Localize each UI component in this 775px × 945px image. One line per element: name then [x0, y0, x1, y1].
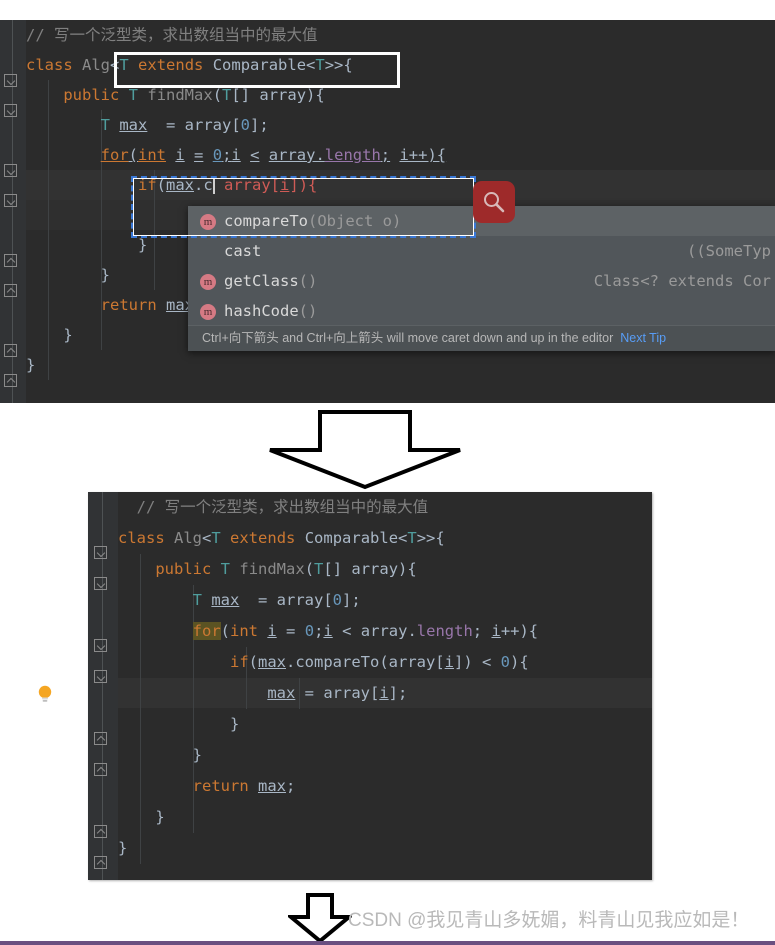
code-line-text: // 写一个泛型类，求出数组当中的最大值: [136, 498, 429, 516]
code-line: }: [100, 266, 110, 284]
code-line: if(max.compareTo(array[i]) < 0){: [229, 653, 529, 671]
hint-text: Ctrl+向下箭头 and Ctrl+向上箭头 will move caret …: [202, 331, 614, 345]
code-line: for(int i = 0;i < array.length; i++){: [100, 146, 447, 164]
code-line: }: [118, 839, 128, 857]
code-line: public T findMax(T[] array){: [63, 86, 325, 104]
completion-item-name: cast: [224, 242, 262, 260]
completion-item-signature: (Object o): [308, 212, 402, 230]
fold-marker-expand[interactable]: [4, 344, 17, 357]
completion-item-hashCode[interactable]: m hashCode(): [188, 296, 775, 326]
method-icon: m: [200, 213, 216, 230]
down-arrow-large: [269, 410, 461, 490]
bottom-code-editor[interactable]: // 写一个泛型类，求出数组当中的最大值 class Alg<T extends…: [88, 492, 652, 880]
fold-marker-expand[interactable]: [4, 284, 17, 297]
completion-item-signature: (): [298, 302, 318, 320]
fold-marker-collapse[interactable]: [4, 194, 17, 207]
completion-item-cast[interactable]: mcast ((SomeTyp: [188, 236, 775, 266]
editor-gutter-top[interactable]: [0, 20, 26, 403]
fold-marker-expand[interactable]: [94, 732, 107, 745]
bottom-rule: [0, 941, 775, 945]
code-line: }: [229, 715, 240, 733]
code-line: class Alg<T extends Comparable<T>>{: [118, 529, 445, 547]
fold-marker-collapse[interactable]: [94, 670, 107, 683]
fold-marker-collapse[interactable]: [4, 104, 17, 117]
fold-marker-collapse[interactable]: [94, 577, 107, 590]
method-icon: m: [200, 273, 216, 290]
code-line: return max;: [100, 296, 204, 314]
lightbulb-icon[interactable]: [36, 684, 54, 704]
text-caret: [212, 176, 225, 194]
code-line: T max = array[0];: [192, 591, 361, 609]
code-line: return max;: [192, 777, 296, 795]
code-line-text: // 写一个泛型类，求出数组当中的最大值: [26, 26, 318, 44]
search-button[interactable]: [473, 181, 515, 223]
bottom-editor-code[interactable]: // 写一个泛型类，求出数组当中的最大值 class Alg<T extends…: [118, 492, 652, 880]
fold-marker-collapse[interactable]: [94, 546, 107, 559]
code-line: }: [192, 746, 202, 764]
code-line: T max = array[0];: [100, 116, 269, 134]
for-keyword-highlight: for: [192, 622, 221, 640]
completion-hint-bar: Ctrl+向下箭头 and Ctrl+向上箭头 will move caret …: [188, 325, 775, 351]
code-line: // 写一个泛型类，求出数组当中的最大值: [118, 492, 429, 523]
fold-marker-expand[interactable]: [94, 763, 107, 776]
code-line: }: [155, 808, 165, 826]
code-line: public T findMax(T[] array){: [155, 560, 417, 578]
fold-marker-expand[interactable]: [4, 254, 17, 267]
code-completion-popup[interactable]: mcompareTo(Object o) mcast ((SomeTyp mge…: [188, 206, 775, 351]
code-line-editing[interactable]: if(max.c array[i]){: [26, 170, 317, 200]
code-line: }: [137, 236, 148, 254]
completion-item-signature: (): [298, 272, 318, 290]
fold-marker-collapse[interactable]: [4, 74, 17, 87]
completion-item-name: getClass: [224, 272, 299, 290]
code-line: }: [26, 356, 36, 374]
code-line: max = array[i];: [267, 684, 408, 702]
fold-marker-collapse[interactable]: [94, 639, 107, 652]
down-arrow-small: [288, 893, 352, 943]
method-icon: m: [200, 303, 216, 320]
completion-item-name: hashCode: [224, 302, 299, 320]
next-tip-link[interactable]: Next Tip: [620, 331, 666, 345]
code-line: for(int i = 0;i < array.length; i++){: [192, 622, 539, 640]
completion-item-name: compareTo: [224, 212, 308, 230]
completion-item-getClass[interactable]: m getClass() Class<? extends Cor: [188, 266, 775, 296]
completion-item-return-type: Class<? extends Cor: [593, 272, 771, 290]
fold-marker-collapse[interactable]: [4, 164, 17, 177]
fold-marker-expand[interactable]: [4, 374, 17, 387]
search-icon: [484, 192, 505, 213]
fold-marker-expand[interactable]: [94, 856, 107, 869]
completion-item-return-type: ((SomeTyp: [687, 242, 771, 260]
code-line: }: [63, 326, 73, 344]
csdn-watermark: CSDN @我见青山多妩媚，料青山见我应如是！: [348, 910, 750, 931]
code-line: // 写一个泛型类，求出数组当中的最大值: [26, 20, 318, 50]
code-line: class Alg<T extends Comparable<T>>{: [26, 56, 353, 74]
editor-gutter-bottom[interactable]: [88, 492, 118, 880]
fold-marker-expand[interactable]: [94, 825, 107, 838]
